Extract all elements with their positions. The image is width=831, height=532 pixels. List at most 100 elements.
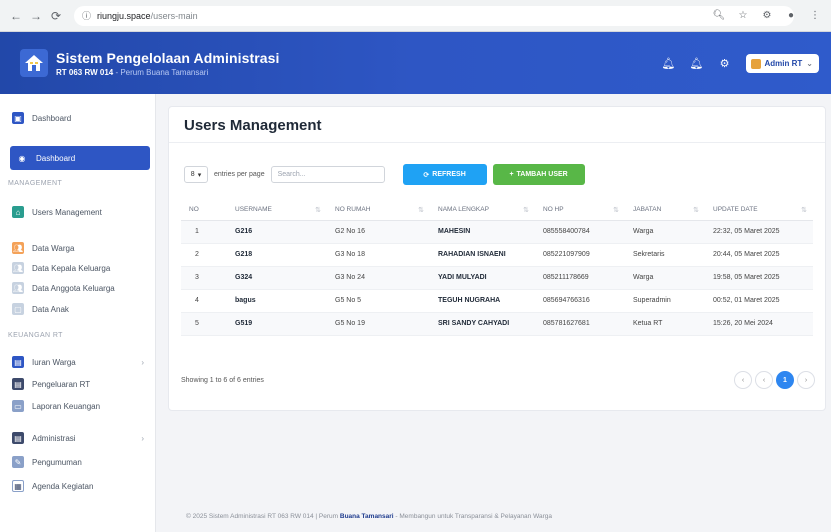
chevron-right-icon: › <box>141 433 144 443</box>
page-button[interactable]: 1 <box>776 371 794 389</box>
wallet-icon: ▤ <box>12 356 24 368</box>
sidebar-item-pengumuman[interactable]: ✎ Pengumuman <box>12 452 152 472</box>
sidebar-item-label: Dashboard <box>36 153 76 163</box>
notification-bell-icon[interactable]: 🔔︎ <box>662 57 676 70</box>
table-toolbar: 8 ▾ entries per page Search... ⟳ REFRESH… <box>184 164 585 185</box>
column-header[interactable]: UPDATE DATE ⇅ <box>705 200 813 221</box>
sort-icon: ⇅ <box>315 207 321 214</box>
menu-kebab-icon[interactable]: ⋮ <box>807 7 823 23</box>
avatar <box>750 58 761 69</box>
previous-page-button[interactable]: ‹ <box>755 371 773 389</box>
footer: © 2025 Sistem Administrasi RT 063 RW 014… <box>186 513 552 520</box>
column-header[interactable]: USERNAME ⇅ <box>227 200 327 221</box>
refresh-icon: ⟳ <box>423 171 430 179</box>
sort-icon: ⇅ <box>523 207 529 214</box>
dashboard-gauge-icon: ◉ <box>18 153 26 163</box>
app-header: Sistem Pengelolaan Administrasi RT 063 R… <box>0 32 831 94</box>
user-name: Admin RT <box>764 59 803 68</box>
chevron-right-icon: › <box>141 357 144 367</box>
sidebar-item-label: Data Kepala Keluarga <box>32 263 111 273</box>
people-icon: 👥︎ <box>12 242 24 254</box>
megaphone-icon: ✎ <box>12 456 24 468</box>
settings-gear-icon[interactable]: ⚙ <box>718 57 732 70</box>
column-header[interactable]: JABATAN ⇅ <box>625 200 705 221</box>
column-header[interactable]: NAMA LENGKAP ⇅ <box>430 200 535 221</box>
next-page-button[interactable]: › <box>797 371 815 389</box>
alert-bell-icon[interactable]: 🔔︎ <box>690 57 704 70</box>
sidebar-item-agenda-kegiatan[interactable]: ▦ Agenda Kegiatan <box>12 476 152 496</box>
sort-icon: ⇅ <box>693 207 699 214</box>
document-icon: ▤ <box>12 432 24 444</box>
column-header[interactable]: NO RUMAH ⇅ <box>327 200 430 221</box>
plus-icon: + <box>509 171 514 178</box>
entries-label: entries per page <box>214 171 265 178</box>
sidebar-item-data-warga[interactable]: 👥︎ Data Warga <box>12 238 152 258</box>
chevron-down-icon: ⌄ <box>806 59 813 68</box>
sidebar-item-dashboard-top[interactable]: ▣ Dashboard <box>12 108 152 128</box>
sidebar-section-keuangan: KEUANGAN RT <box>8 332 63 339</box>
chevron-down-icon: ▾ <box>197 171 202 179</box>
url-path: /users-main <box>150 10 198 21</box>
sort-icon: ⇅ <box>418 207 424 214</box>
sidebar-item-pengeluaran-rt[interactable]: ▤ Pengeluaran RT <box>12 374 152 394</box>
sidebar-item-label: Pengumuman <box>32 457 82 467</box>
sidebar-item-label: Dashboard <box>32 113 72 123</box>
sidebar-item-iuran-warga[interactable]: ▤ Iuran Warga › <box>12 352 152 372</box>
users-card: Users Management 8 ▾ entries per page Se… <box>168 106 826 411</box>
sidebar-item-label: Pengeluaran RT <box>32 379 91 389</box>
zoom-icon[interactable]: 🔍︎ <box>711 7 727 23</box>
column-header[interactable]: NO <box>181 200 227 221</box>
sidebar-item-label: Data Warga <box>32 243 75 253</box>
page-title: Users Management <box>184 117 322 134</box>
sidebar-item-label: Agenda Kegiatan <box>32 481 94 491</box>
sidebar-item-label: Administrasi <box>32 433 76 443</box>
table-header-row: NO USERNAME ⇅ NO RUMAH ⇅ NAMA LENGKAP ⇅ NO … <box>181 200 813 221</box>
first-page-button[interactable]: ‹ <box>734 371 752 389</box>
sidebar-item-data-kepala-keluarga[interactable]: 👥︎ Data Kepala Keluarga <box>12 258 152 278</box>
bookmark-star-icon[interactable]: ☆ <box>735 7 751 23</box>
pagination: ‹ ‹ 1 › <box>734 371 815 389</box>
column-header[interactable]: NO HP ⇅ <box>535 200 625 221</box>
sidebar-item-administrasi[interactable]: ▤ Administrasi › <box>12 428 152 448</box>
calendar-icon: ▦ <box>12 480 24 492</box>
pagination-info: Showing 1 to 6 of 6 entries <box>181 377 264 384</box>
site-info-icon[interactable]: ⓘ <box>82 9 91 22</box>
sidebar-item-data-anggota-keluarga[interactable]: 👥︎ Data Anggota Keluarga <box>12 278 152 298</box>
sidebar-item-data-anak[interactable]: ▢ Data Anak <box>12 299 152 319</box>
members-icon: 👥︎ <box>12 282 24 294</box>
divider <box>169 142 825 143</box>
child-icon: ▢ <box>12 303 24 315</box>
refresh-button[interactable]: ⟳ REFRESH <box>402 164 487 185</box>
search-input[interactable]: Search... <box>270 166 385 183</box>
reload-icon[interactable]: ⟳ <box>48 8 64 24</box>
sidebar-item-laporan-keuangan[interactable]: ▭ Laporan Keuangan <box>12 396 152 416</box>
back-icon[interactable]: ← <box>8 8 24 24</box>
users-icon: ⌂ <box>12 206 24 218</box>
report-icon: ▭ <box>12 400 24 412</box>
sidebar-item-label: Data Anggota Keluarga <box>32 283 115 293</box>
sidebar-item-label: Laporan Keuangan <box>32 401 101 411</box>
table-row[interactable]: 2 G218 G3 No 18 RAHADIAN ISNAENI 0852210… <box>181 243 813 267</box>
table-row[interactable]: 5 G519 G5 No 19 SRI SANDY CAHYADI 085781… <box>181 312 813 336</box>
app-subtitle: RT 063 RW 014 - Perum Buana Tamansari <box>56 67 209 77</box>
sidebar-item-dashboard-active[interactable]: ◉ Dashboard <box>10 146 150 170</box>
sidebar-item-label: Iuran Warga <box>32 357 76 367</box>
extensions-icon[interactable]: ⚙ <box>759 7 775 23</box>
profile-icon[interactable]: ● <box>783 7 799 23</box>
dashboard-icon: ▣ <box>12 112 24 124</box>
sidebar-section-management: MANAGEMENT <box>8 180 63 187</box>
users-table: NO USERNAME ⇅ NO RUMAH ⇅ NAMA LENGKAP ⇅ NO … <box>181 200 813 336</box>
browser-toolbar: ← → ⟳ ⓘ riungju.space /users-main 🔍︎ ☆ ⚙… <box>0 0 831 32</box>
table-row[interactable]: 4 bagus G5 No 5 TEGUH NUGRAHA 0856947663… <box>181 289 813 313</box>
user-menu-button[interactable]: Admin RT ⌄ <box>745 54 819 73</box>
entries-per-page-select[interactable]: 8 ▾ <box>184 166 208 183</box>
forward-icon[interactable]: → <box>28 8 44 24</box>
sidebar: ▣ Dashboard ◉ Dashboard MANAGEMENT ⌂ Use… <box>0 94 156 532</box>
add-user-button[interactable]: + TAMBAH USER <box>492 164 585 185</box>
sidebar-item-label: Users Management <box>32 207 102 217</box>
sidebar-item-users-management[interactable]: ⌂ Users Management <box>12 202 152 222</box>
table-row[interactable]: 3 G324 G3 No 24 YADI MULYADI 08521117866… <box>181 266 813 290</box>
home-logo-icon[interactable] <box>20 49 48 77</box>
table-row[interactable]: 1 G216 G2 No 16 MAHESIN 085558400784 War… <box>181 220 813 244</box>
address-bar[interactable]: ⓘ riungju.space /users-main <box>74 5 794 26</box>
